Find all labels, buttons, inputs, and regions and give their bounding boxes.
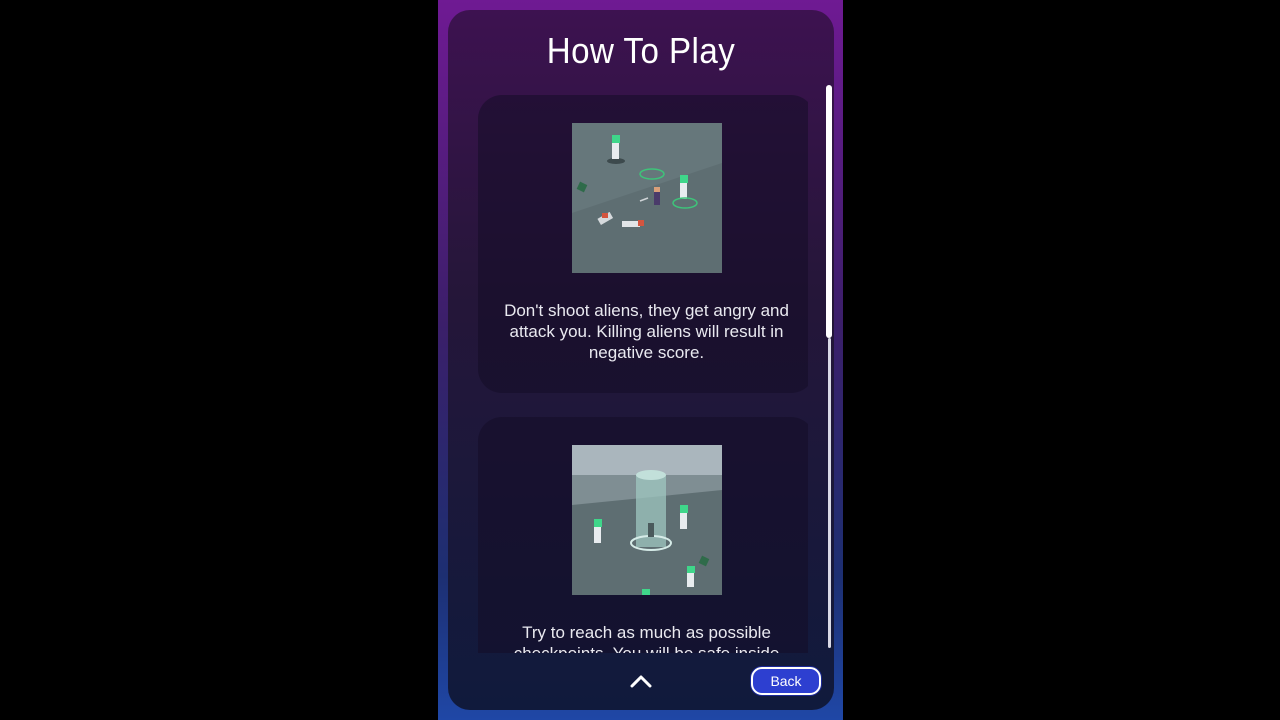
instruction-text: Don't shoot aliens, they get angry and a… [504,301,789,362]
how-to-play-panel: How To Play Don't shoot aliens, they get… [448,10,834,710]
game-screen: How To Play Don't shoot aliens, they get… [438,0,843,720]
instruction-card: Try to reach as much as possible checkpo… [478,417,808,653]
instructions-scroll-view[interactable]: Don't shoot aliens, they get angry and a… [468,85,808,653]
instruction-card: Don't shoot aliens, they get angry and a… [478,95,808,393]
scroll-up-button[interactable] [626,668,656,694]
instruction-image-checkpoint [572,445,722,595]
instruction-text: Try to reach as much as possible checkpo… [514,623,780,653]
back-button[interactable]: Back [751,667,821,695]
instruction-image-aliens [572,123,722,273]
page-title: How To Play [546,30,736,71]
scrollbar-thumb[interactable] [826,85,832,338]
scrollbar-track[interactable] [828,338,831,648]
chevron-up-icon [630,675,652,688]
